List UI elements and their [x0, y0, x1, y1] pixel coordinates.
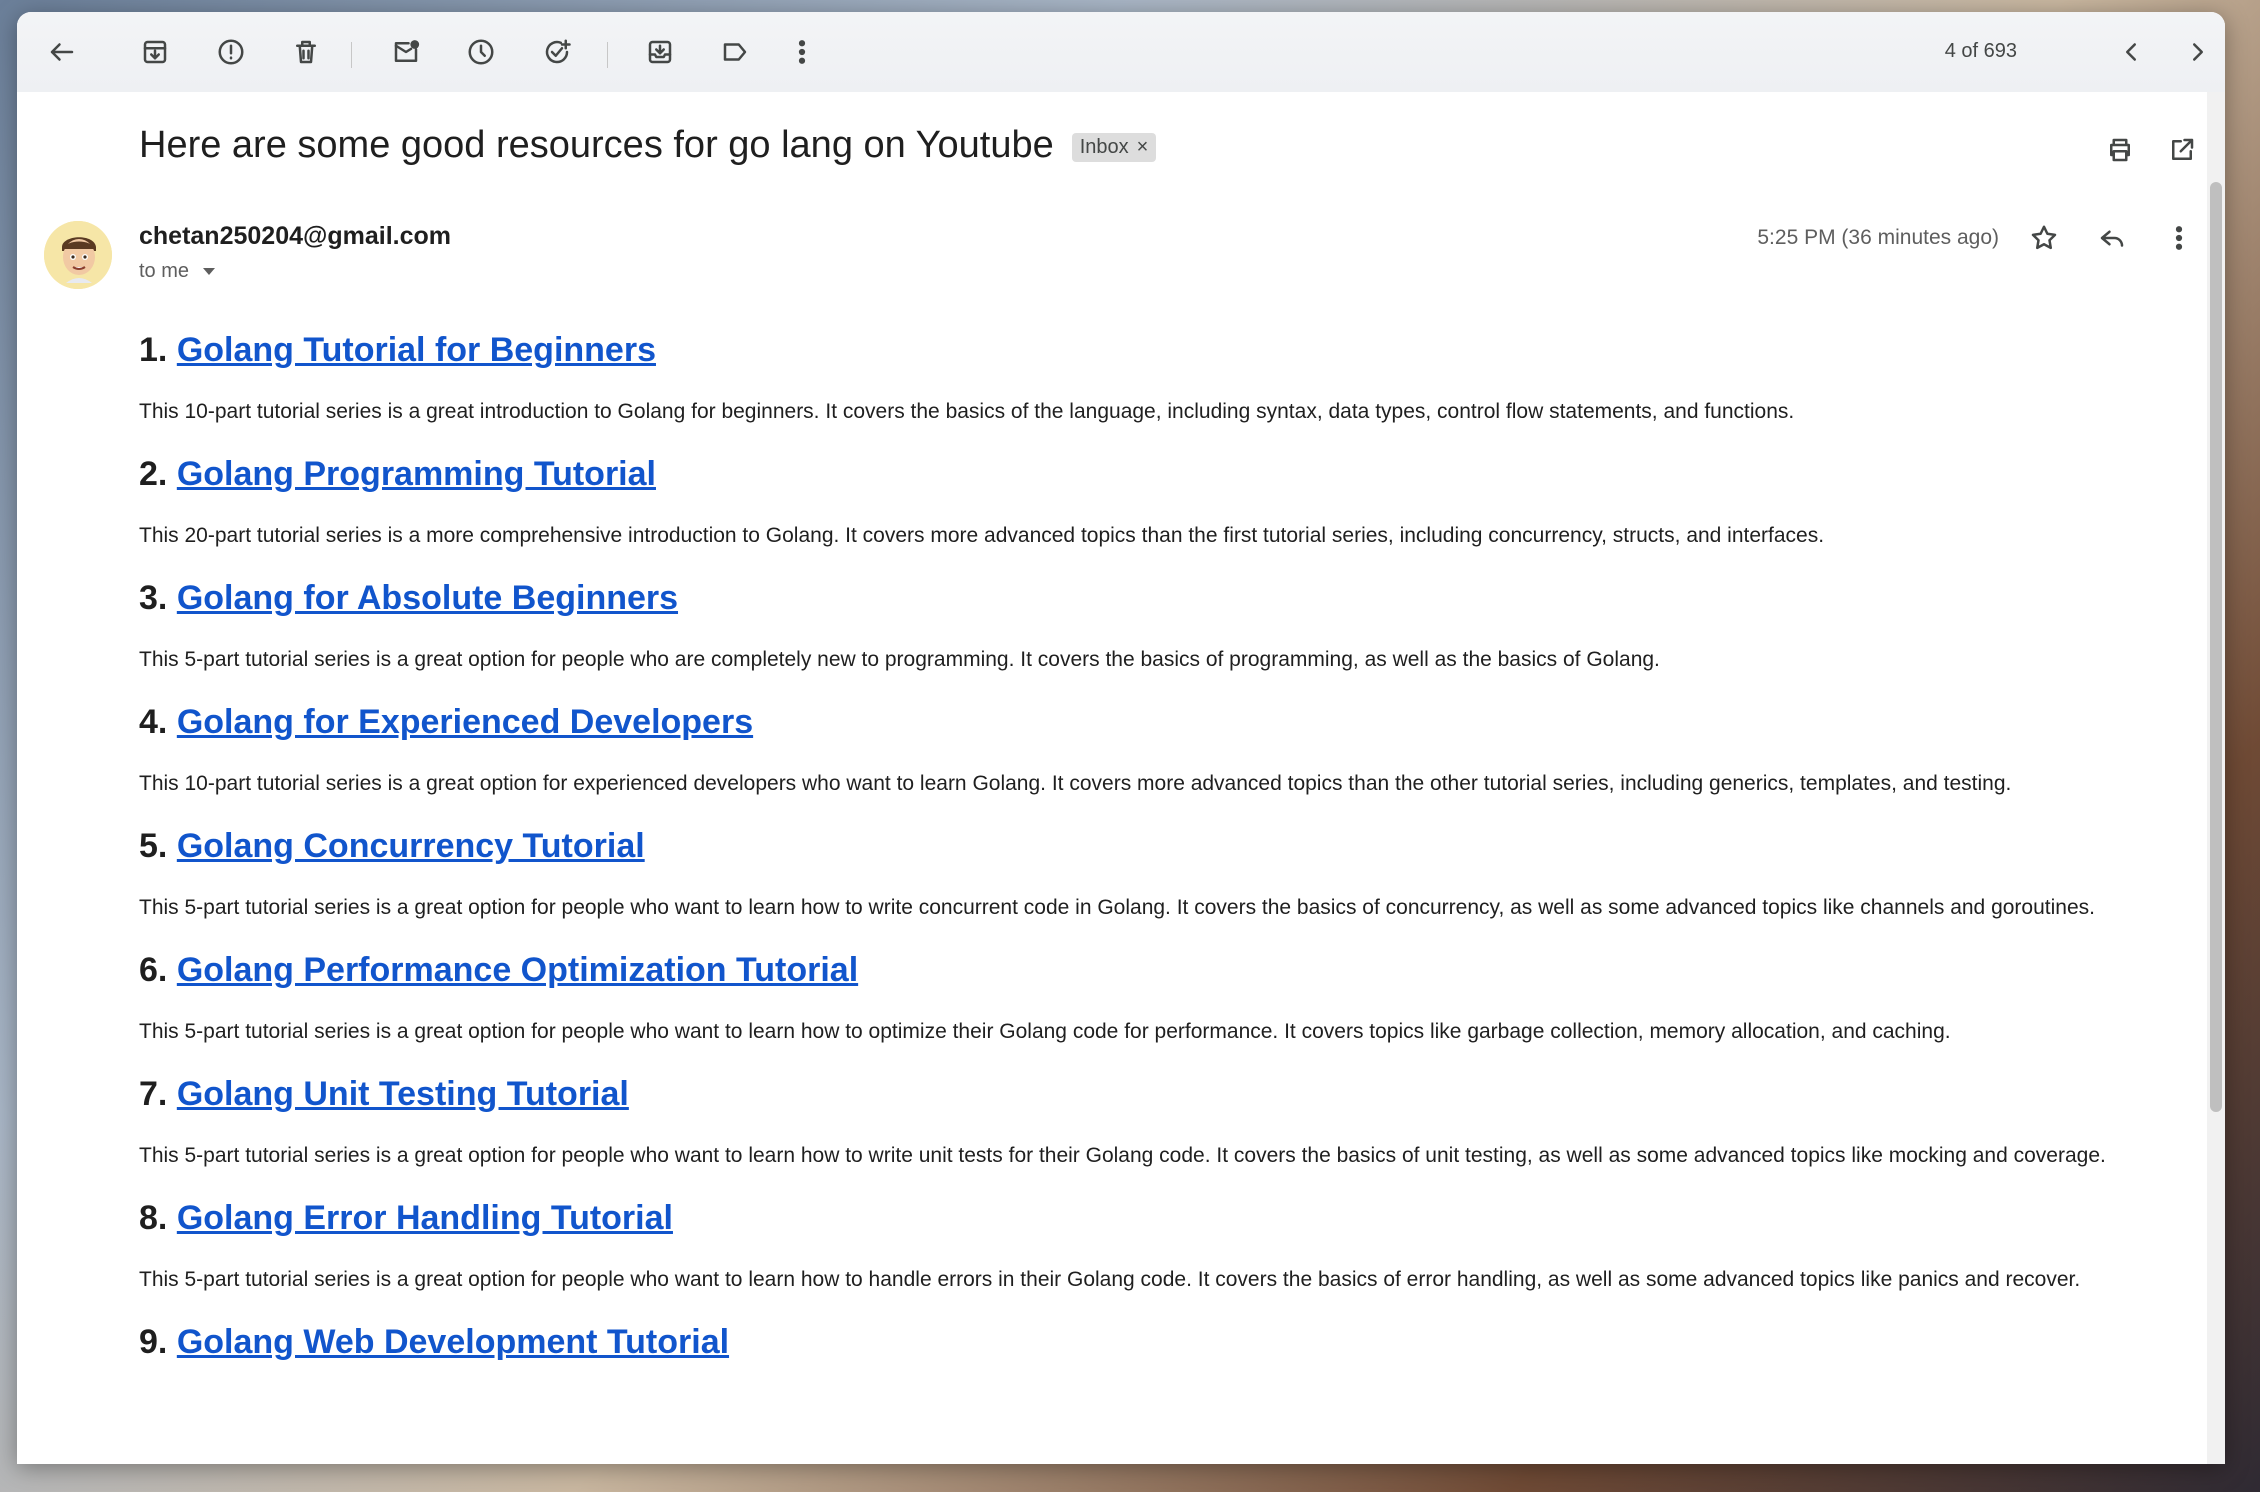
list-item: 9. Golang Web Development Tutorial	[139, 1322, 2209, 1362]
item-number: 5.	[139, 827, 168, 865]
item-heading: 5. Golang Concurrency Tutorial	[139, 826, 2209, 866]
item-number: 3.	[139, 579, 168, 617]
mark-unread-button[interactable]	[385, 31, 427, 73]
list-item: 1. Golang Tutorial for Beginners This 10…	[139, 330, 2209, 428]
item-heading: 9. Golang Web Development Tutorial	[139, 1322, 2209, 1362]
trash-icon	[296, 40, 316, 64]
item-heading: 8. Golang Error Handling Tutorial	[139, 1198, 2209, 1238]
item-number: 2.	[139, 455, 168, 493]
item-link[interactable]: Golang Tutorial for Beginners	[177, 331, 656, 369]
delete-button[interactable]	[285, 31, 327, 73]
chevron-left-icon	[2126, 43, 2136, 61]
more-options-button[interactable]	[781, 31, 823, 73]
labels-button[interactable]	[714, 31, 756, 73]
item-heading: 2. Golang Programming Tutorial	[139, 454, 2209, 494]
item-description: This 10-part tutorial series is a great …	[139, 772, 2012, 795]
item-number: 6.	[139, 951, 168, 989]
reply-icon	[2100, 230, 2124, 247]
item-number: 9.	[139, 1323, 168, 1361]
item-description: This 20-part tutorial series is a more c…	[139, 524, 1825, 547]
list-item: 2. Golang Programming Tutorial This 20-p…	[139, 454, 2209, 552]
scrollbar-thumb[interactable]	[2210, 182, 2222, 1112]
reply-button[interactable]	[2092, 218, 2132, 258]
remove-label-button[interactable]: ×	[1137, 136, 1149, 159]
list-item: 6. Golang Performance Optimization Tutor…	[139, 950, 2209, 1048]
email-window: 4 of 693 Here are some good resources fo…	[17, 12, 2225, 1464]
more-vert-icon	[798, 40, 806, 64]
item-description: This 5-part tutorial series is a great o…	[139, 1020, 1951, 1043]
archive-button[interactable]	[134, 31, 176, 73]
item-description: This 10-part tutorial series is a great …	[139, 400, 1795, 423]
item-link[interactable]: Golang Concurrency Tutorial	[177, 827, 645, 865]
recipient-text: to me	[139, 260, 190, 282]
email-body: 1. Golang Tutorial for Beginners This 10…	[139, 330, 2209, 1388]
show-details-chevron-icon[interactable]	[203, 268, 216, 275]
print-all-button[interactable]	[2100, 130, 2140, 170]
list-item: 8. Golang Error Handling Tutorial This 5…	[139, 1198, 2209, 1296]
back-button[interactable]	[41, 31, 83, 73]
inbox-label-chip[interactable]: Inbox ×	[1071, 133, 1157, 162]
avatar[interactable]	[44, 221, 112, 289]
print-icon	[2110, 138, 2130, 162]
email-subject: Here are some good resources for go lang…	[139, 124, 1054, 166]
item-link[interactable]: Golang Performance Optimization Tutorial	[177, 951, 858, 989]
star-button[interactable]	[2024, 218, 2064, 258]
item-link[interactable]: Golang for Absolute Beginners	[177, 579, 678, 617]
recipient-line: to me	[139, 260, 216, 283]
add-to-tasks-button[interactable]	[536, 31, 578, 73]
email-toolbar: 4 of 693	[17, 12, 2225, 92]
item-heading: 6. Golang Performance Optimization Tutor…	[139, 950, 2209, 990]
star-icon	[2031, 225, 2057, 250]
list-item: 5. Golang Concurrency Tutorial This 5-pa…	[139, 826, 2209, 924]
label-icon	[723, 43, 747, 61]
clock-icon	[468, 39, 494, 65]
list-item: 4. Golang for Experienced Developers Thi…	[139, 702, 2209, 800]
message-more-button[interactable]	[2159, 218, 2199, 258]
newer-button[interactable]	[2110, 31, 2152, 73]
item-description: This 5-part tutorial series is a great o…	[139, 1268, 2081, 1291]
report-spam-button[interactable]	[210, 31, 252, 73]
item-link[interactable]: Golang for Experienced Developers	[177, 703, 753, 741]
subject-row: Here are some good resources for go lang…	[139, 124, 1157, 167]
more-vert-icon	[2175, 226, 2183, 250]
label-chip-text: Inbox	[1079, 136, 1129, 158]
open-in-new-icon	[2172, 138, 2194, 160]
item-description: This 5-part tutorial series is a great o…	[139, 1144, 2106, 1167]
item-heading: 3. Golang for Absolute Beginners	[139, 578, 2209, 618]
item-number: 1.	[139, 331, 168, 369]
move-to-icon	[648, 40, 672, 64]
list-item: 3. Golang for Absolute Beginners This 5-…	[139, 578, 2209, 676]
item-description: This 5-part tutorial series is a great o…	[139, 896, 2095, 919]
sender-address[interactable]: chetan250204@gmail.com	[139, 222, 451, 251]
toolbar-divider	[351, 42, 352, 68]
pager-count: 4 of 693	[1944, 40, 2017, 62]
item-link[interactable]: Golang Programming Tutorial	[177, 455, 656, 493]
item-description: This 5-part tutorial series is a great o…	[139, 648, 1660, 671]
item-link[interactable]: Golang Unit Testing Tutorial	[177, 1075, 629, 1113]
scrollbar[interactable]	[2207, 92, 2225, 1464]
open-new-window-button[interactable]	[2162, 130, 2202, 170]
item-heading: 7. Golang Unit Testing Tutorial	[139, 1074, 2209, 1114]
move-to-button[interactable]	[639, 31, 681, 73]
mark-unread-icon	[394, 40, 420, 62]
item-heading: 1. Golang Tutorial for Beginners	[139, 330, 2209, 370]
snooze-button[interactable]	[460, 31, 502, 73]
toolbar-divider	[607, 42, 608, 68]
item-link[interactable]: Golang Web Development Tutorial	[177, 1323, 729, 1361]
archive-icon	[143, 40, 167, 64]
sender-avatar-image	[44, 221, 112, 289]
item-number: 4.	[139, 703, 168, 741]
older-button[interactable]	[2177, 31, 2219, 73]
item-number: 7.	[139, 1075, 168, 1113]
chevron-right-icon	[2193, 43, 2203, 61]
item-number: 8.	[139, 1199, 168, 1237]
arrow-left-icon	[50, 43, 74, 61]
item-link[interactable]: Golang Error Handling Tutorial	[177, 1199, 673, 1237]
email-timestamp: 5:25 PM (36 minutes ago)	[1757, 226, 1999, 249]
item-heading: 4. Golang for Experienced Developers	[139, 702, 2209, 742]
list-item: 7. Golang Unit Testing Tutorial This 5-p…	[139, 1074, 2209, 1172]
report-spam-icon	[218, 39, 244, 65]
add-task-icon	[545, 39, 571, 64]
